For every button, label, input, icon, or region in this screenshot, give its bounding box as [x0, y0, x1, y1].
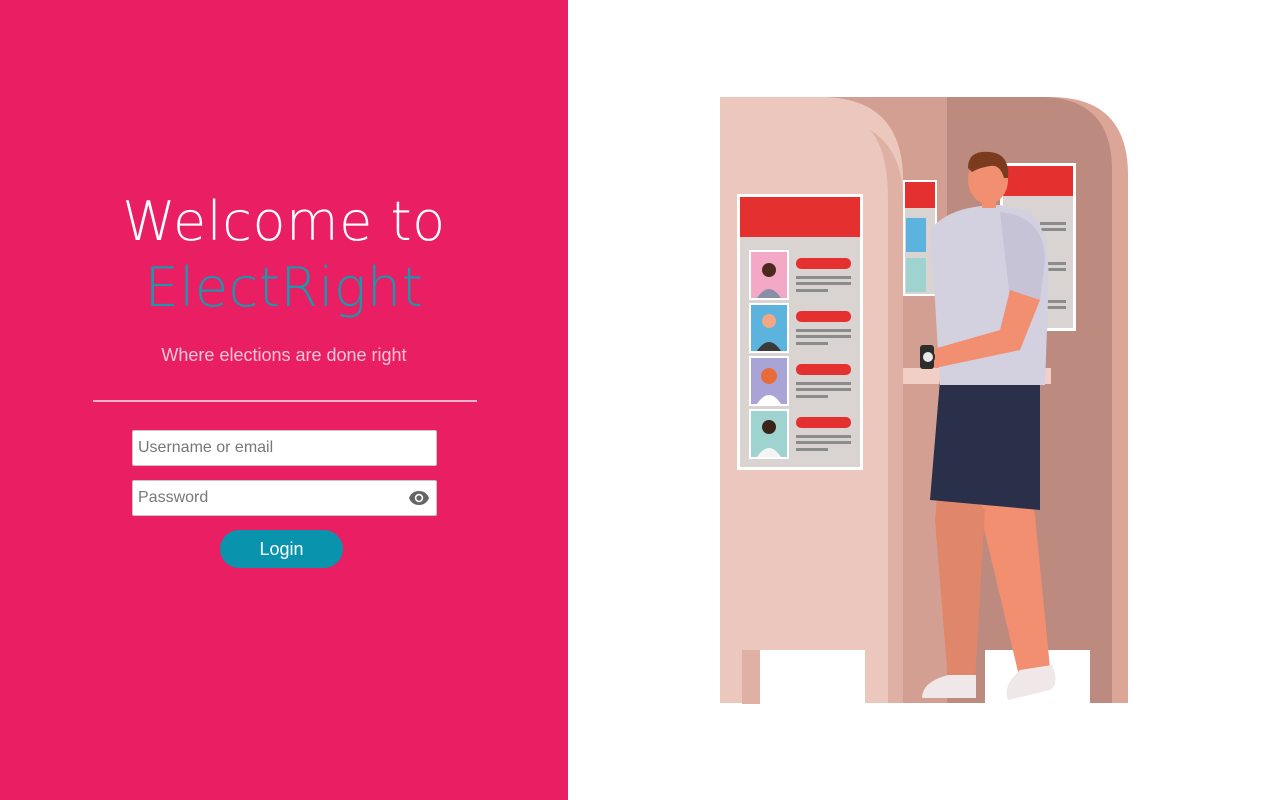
login-button[interactable]: Login	[220, 530, 343, 568]
login-panel: Welcome to ElectRight Where elections ar…	[0, 0, 568, 800]
voting-booth-illustration	[720, 97, 1128, 704]
eye-icon[interactable]	[408, 488, 430, 508]
app-name: ElectRight	[144, 256, 424, 319]
username-field-wrapper	[132, 430, 437, 466]
welcome-heading: Welcome to	[122, 190, 446, 253]
username-input[interactable]	[133, 431, 436, 465]
password-input[interactable]	[133, 481, 436, 515]
password-field-wrapper	[132, 480, 437, 516]
divider	[93, 400, 477, 402]
tagline: Where elections are done right	[161, 345, 407, 365]
